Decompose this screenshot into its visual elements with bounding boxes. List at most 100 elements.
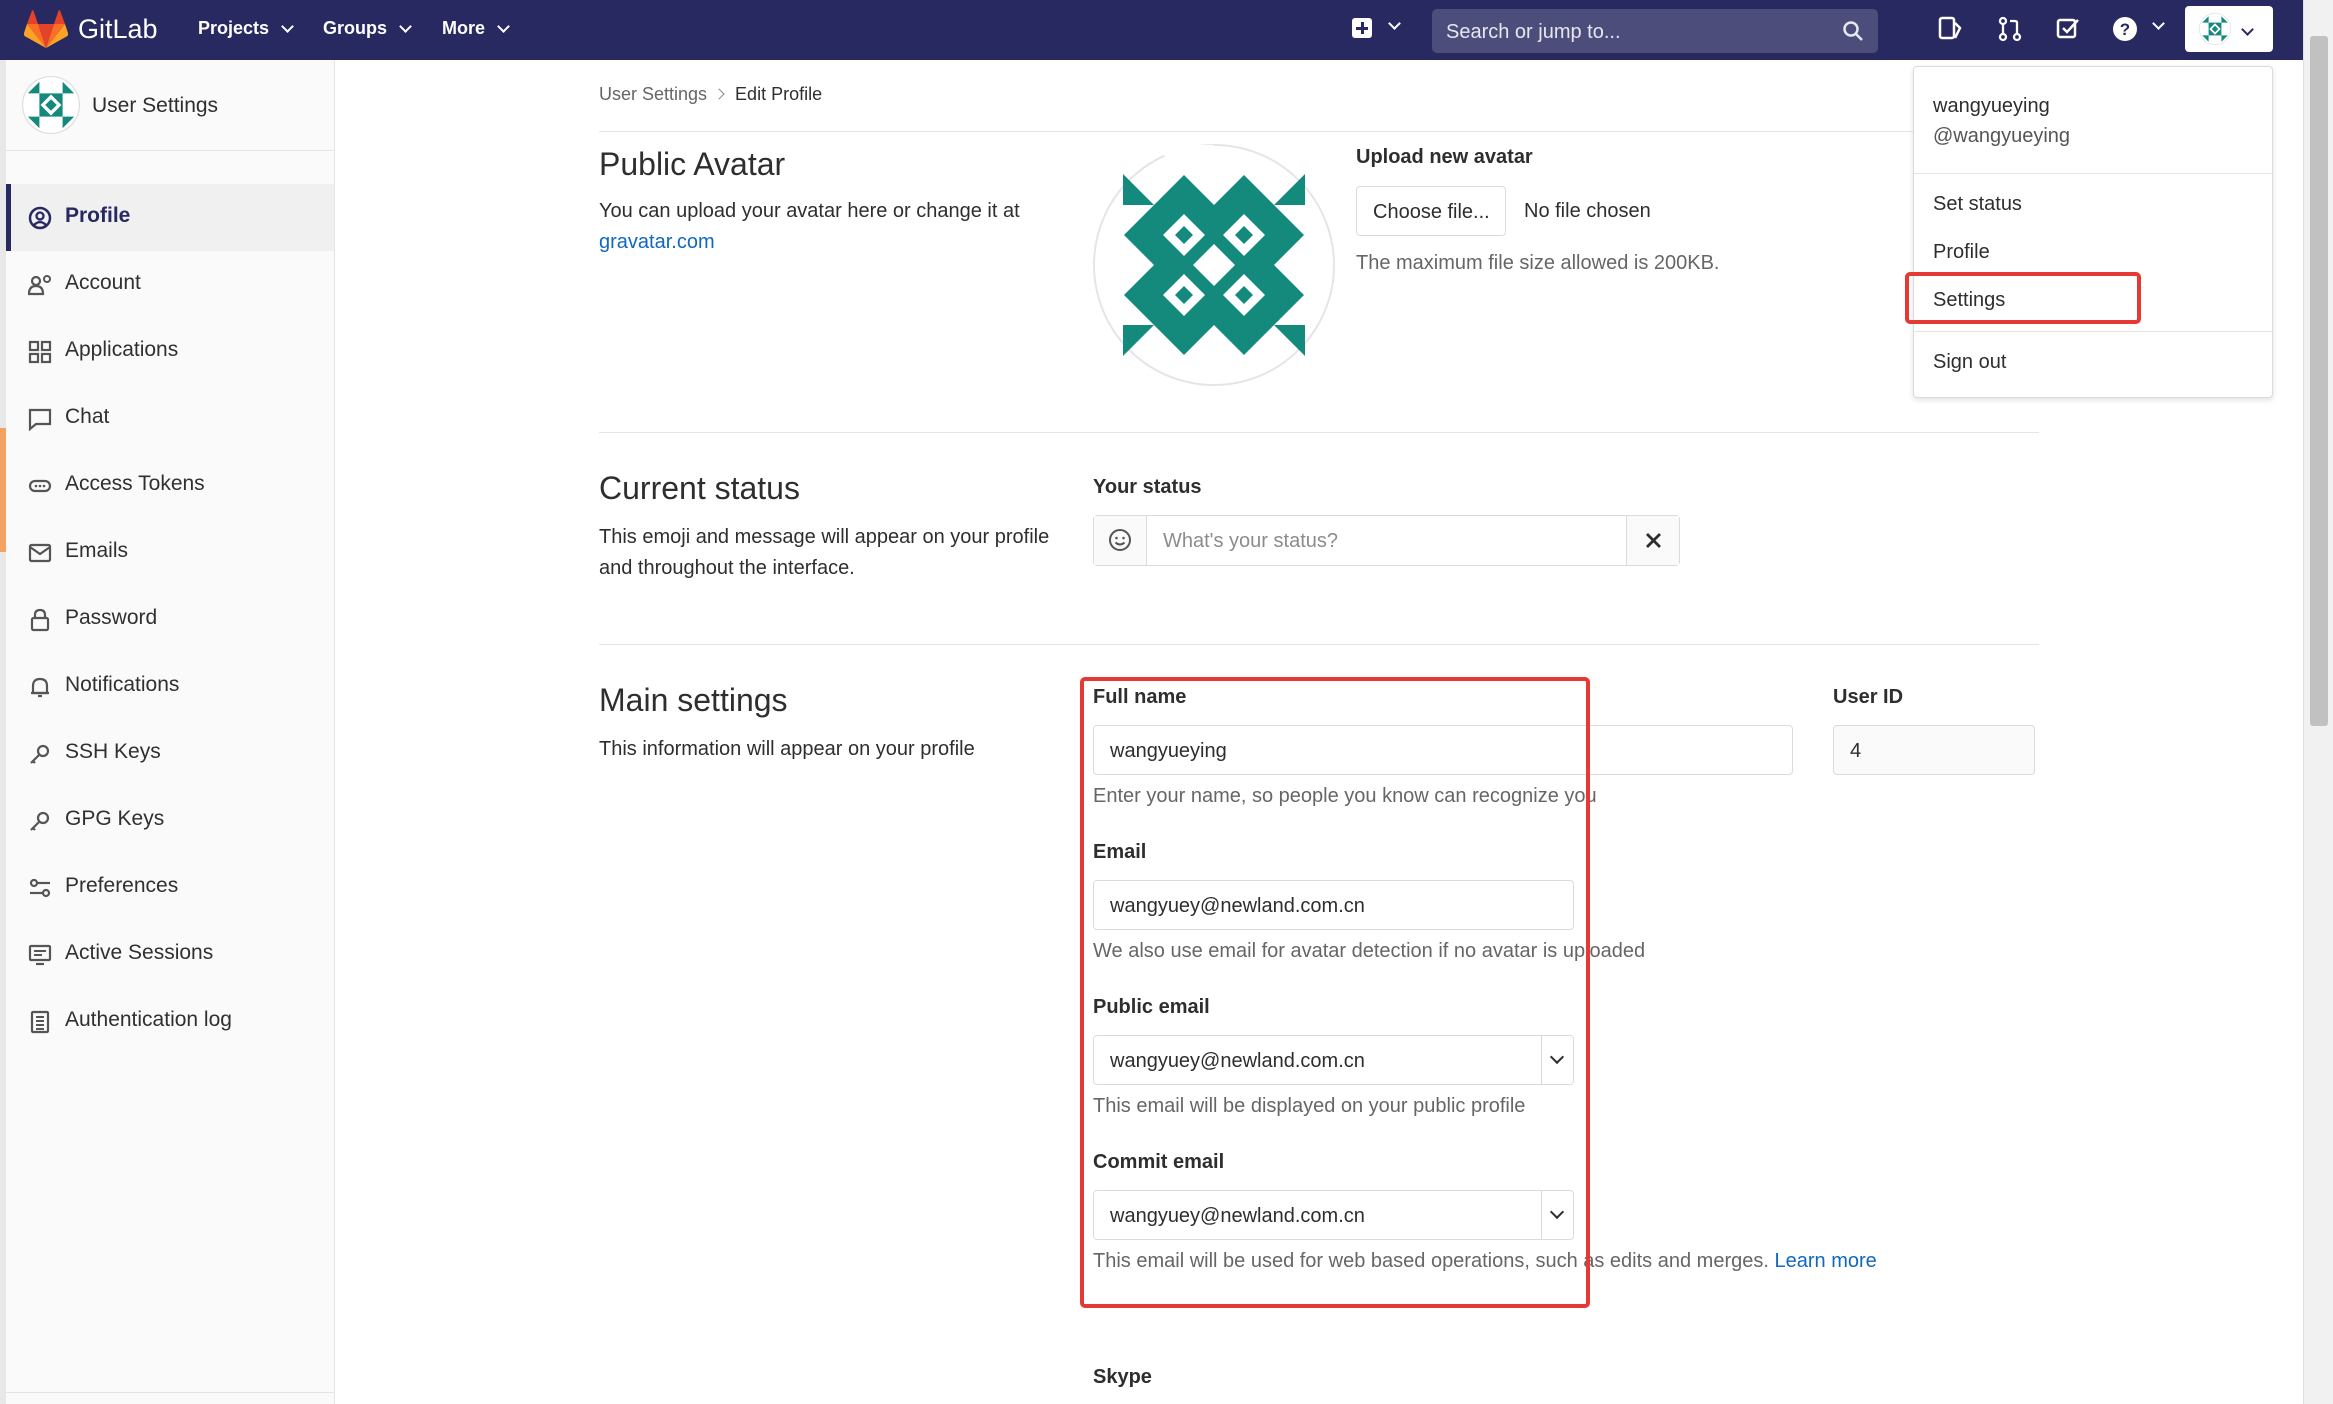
- menu-item-sign-out[interactable]: Sign out: [1933, 351, 2006, 374]
- groups-menu[interactable]: Groups: [323, 18, 412, 39]
- breadcrumb-current[interactable]: Edit Profile: [735, 84, 822, 104]
- close-icon: [1646, 533, 1661, 548]
- log-icon: [30, 1010, 50, 1034]
- user-avatar-icon: [22, 76, 80, 134]
- main-settings-description: This information will appear on your pro…: [599, 738, 975, 760]
- current-status-title: Current status: [599, 470, 800, 506]
- choose-file-label: Choose file...: [1373, 201, 1490, 223]
- sidebar-item-label: Preferences: [65, 874, 179, 897]
- choose-file-button[interactable]: Choose file...: [1356, 186, 1506, 236]
- sidebar-item-account[interactable]: Account: [6, 251, 334, 318]
- clear-status-button[interactable]: [1626, 516, 1679, 565]
- groups-menu-label: Groups: [323, 18, 388, 38]
- key-icon: [30, 811, 50, 831]
- sidebar-item-label: Emails: [65, 539, 129, 562]
- emoji-button[interactable]: [1094, 516, 1147, 565]
- chevron-down-icon[interactable]: [1388, 17, 1401, 30]
- help-icon[interactable]: ?: [2112, 16, 2138, 42]
- status-input-group: What's your status?: [1093, 515, 1680, 566]
- user-dropdown-menu: wangyueying @wangyueying Set status Prof…: [1913, 66, 2273, 398]
- sidebar-item-label: Access Tokens: [65, 472, 205, 495]
- dropdown-user-handle[interactable]: @wangyueying: [1933, 125, 2070, 148]
- top-navbar: GitLab Projects Groups More Search or ju…: [0, 0, 2333, 60]
- status-input[interactable]: What's your status?: [1163, 530, 1338, 553]
- sidebar-item-label: Notifications: [65, 673, 180, 696]
- sidebar-item-preferences[interactable]: Preferences: [6, 854, 334, 921]
- sidebar-item-password[interactable]: Password: [6, 586, 334, 653]
- chevron-right-icon: [713, 88, 725, 100]
- sidebar-item-authentication-log[interactable]: Authentication log: [6, 988, 334, 1055]
- sidebar-item-chat[interactable]: Chat: [6, 385, 334, 452]
- sidebar-item-applications[interactable]: Applications: [6, 318, 334, 385]
- sidebar-item-label: Active Sessions: [65, 941, 214, 964]
- search-icon: [1843, 21, 1863, 41]
- breadcrumb-parent[interactable]: User Settings: [599, 84, 707, 104]
- sidebar-footer-divider: [6, 1392, 334, 1393]
- sidebar-item-profile[interactable]: Profile: [6, 184, 334, 251]
- highlight-box: [1080, 677, 1590, 1308]
- sidebar-item-access-tokens[interactable]: Access Tokens: [6, 452, 334, 519]
- dropdown-divider: [1914, 331, 2272, 332]
- public-avatar-desc-text: You can upload your avatar here or chang…: [599, 200, 1020, 222]
- current-status-description: This emoji and message will appear on yo…: [599, 526, 1050, 579]
- upload-avatar-label: Upload new avatar: [1356, 146, 1533, 168]
- sidebar-item-label: SSH Keys: [65, 740, 161, 763]
- todos-icon[interactable]: [2056, 16, 2080, 42]
- gitlab-brand[interactable]: GitLab: [78, 14, 158, 45]
- scrollbar-thumb[interactable]: [2310, 36, 2328, 726]
- applications-icon: [28, 340, 52, 364]
- divider: [599, 131, 2039, 132]
- chat-icon: [28, 408, 52, 431]
- learn-more-link[interactable]: Learn more: [1774, 1250, 1876, 1272]
- divider: [599, 644, 2039, 645]
- new-item-plus-icon[interactable]: [1352, 18, 1372, 38]
- menu-item-profile[interactable]: Profile: [1933, 241, 1990, 264]
- sidebar-item-label: Profile: [65, 204, 131, 227]
- max-size-help: The maximum file size allowed is 200KB.: [1356, 252, 1720, 274]
- user-menu-button[interactable]: [2185, 6, 2273, 52]
- more-menu[interactable]: More: [442, 18, 510, 39]
- menu-item-set-status[interactable]: Set status: [1933, 193, 2022, 216]
- page-scrollbar[interactable]: [2303, 0, 2333, 1404]
- profile-icon: [28, 206, 52, 230]
- projects-menu[interactable]: Projects: [198, 18, 294, 39]
- merge-requests-icon[interactable]: [1998, 16, 2022, 42]
- user-avatar-icon: [2199, 13, 2231, 45]
- sidebar-item-label: Applications: [65, 338, 179, 361]
- key-icon: [30, 744, 50, 764]
- sidebar-item-ssh-keys[interactable]: SSH Keys: [6, 720, 334, 787]
- profile-avatar-image: [1093, 144, 1335, 386]
- sidebar-title: User Settings: [92, 94, 219, 117]
- sidebar-header[interactable]: User Settings: [6, 60, 334, 151]
- svg-text:?: ?: [2120, 20, 2130, 39]
- public-avatar-description: You can upload your avatar here or chang…: [599, 196, 1059, 258]
- dropdown-user-name[interactable]: wangyueying: [1933, 95, 2050, 118]
- sidebar-item-active-sessions[interactable]: Active Sessions: [6, 921, 334, 988]
- search-placeholder: Search or jump to...: [1446, 21, 1621, 43]
- chevron-down-icon[interactable]: [2152, 17, 2165, 30]
- search-input[interactable]: Search or jump to...: [1432, 9, 1878, 53]
- token-icon: [28, 479, 52, 493]
- your-status-label: Your status: [1093, 476, 1202, 498]
- more-menu-label: More: [442, 18, 486, 38]
- sidebar-item-notifications[interactable]: Notifications: [6, 653, 334, 720]
- email-icon: [28, 543, 52, 563]
- bell-icon: [31, 677, 49, 698]
- chevron-down-icon: [2241, 23, 2254, 36]
- sidebar-item-emails[interactable]: Emails: [6, 519, 334, 586]
- sidebar-item-label: Account: [65, 271, 141, 294]
- sidebar-item-gpg-keys[interactable]: GPG Keys: [6, 787, 334, 854]
- chevron-down-icon: [399, 19, 412, 33]
- breadcrumb: User Settings Edit Profile: [599, 84, 822, 105]
- issues-icon[interactable]: [1938, 16, 1962, 42]
- user-id-field: 4: [1833, 725, 2035, 775]
- settings-highlight-box: [1905, 272, 2141, 324]
- gravatar-link[interactable]: gravatar.com: [599, 231, 715, 253]
- dropdown-divider: [1914, 173, 2272, 174]
- smiley-icon: [1109, 529, 1131, 551]
- user-id-value: 4: [1850, 740, 1862, 762]
- gitlab-logo-icon[interactable]: [24, 10, 68, 50]
- projects-menu-label: Projects: [198, 18, 270, 38]
- main-settings-title: Main settings: [599, 682, 788, 718]
- divider: [599, 432, 2039, 433]
